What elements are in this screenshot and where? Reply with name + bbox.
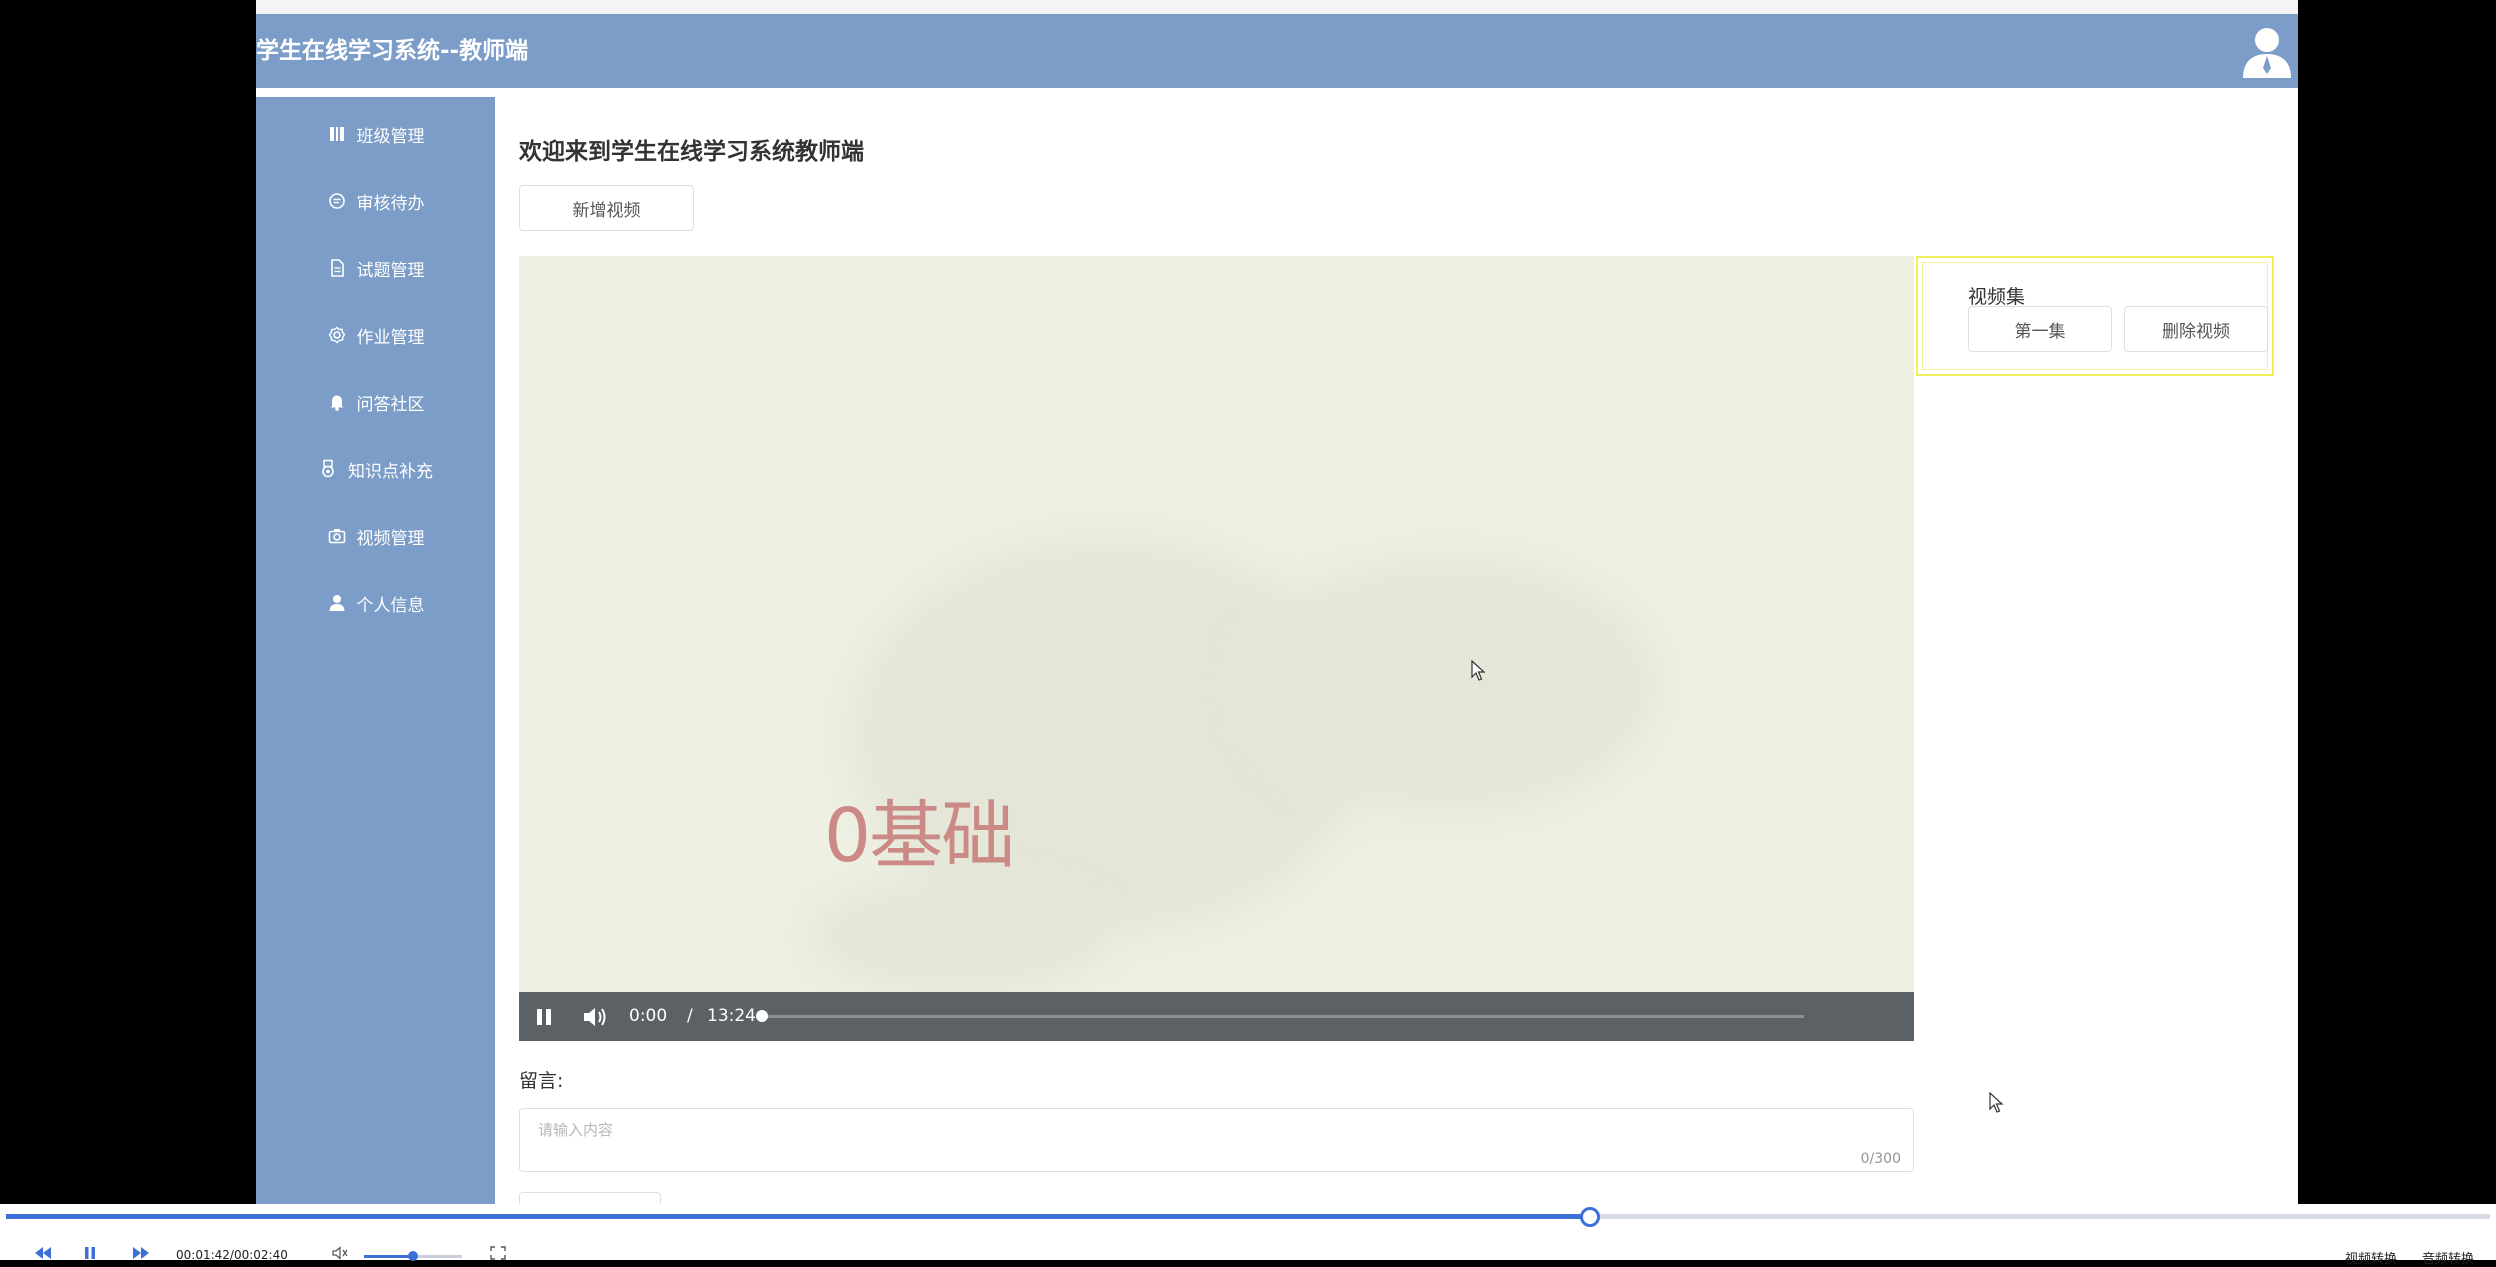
recorder-pause-button[interactable] (84, 1246, 98, 1260)
browser-toolbar-strip (256, 0, 2298, 15)
sidebar-item-qa-community[interactable]: 问答社区 (256, 382, 495, 422)
volume-icon (332, 1246, 348, 1260)
page-title: 欢迎来到学生在线学习系统教师端 (519, 139, 864, 165)
comment-field[interactable]: 0/300 (519, 1108, 1914, 1172)
video-collection-panel: 视频集 第一集 删除视频 (1916, 256, 2274, 376)
sidebar-item-homework-management[interactable]: 作业管理 (256, 315, 495, 355)
document-icon (330, 259, 344, 277)
character-count: 0/300 (1860, 1151, 1901, 1167)
sidebar-item-label: 班级管理 (356, 126, 425, 147)
user-icon (329, 595, 344, 611)
sidebar-item-label: 视频管理 (356, 528, 425, 549)
avatar-icon[interactable] (2240, 24, 2294, 78)
sidebar-item-label: 试题管理 (356, 260, 425, 281)
recorder-playback-bar: 00:01:42/00:02:40 视频转换 音频转换 (0, 1204, 2496, 1267)
volume-button[interactable] (581, 992, 611, 1041)
comment-input[interactable] (520, 1109, 1913, 1171)
audio-convert-link[interactable]: 音频转换 (2422, 1248, 2474, 1267)
recorder-volume-fill (364, 1255, 413, 1258)
add-video-button[interactable]: 新增视频 (519, 185, 694, 231)
submit-button-partial[interactable] (519, 1192, 661, 1204)
forward-button[interactable] (132, 1246, 152, 1260)
fullscreen-icon (490, 1246, 506, 1260)
app-window: 学生在线学习系统--教师端 班级管理 审核待办 试题管理 作业管理 问答社区 知… (256, 0, 2298, 1204)
sidebar-item-profile[interactable]: 个人信息 (256, 583, 495, 623)
current-time: 0:00 (629, 1006, 668, 1026)
rewind-button[interactable] (34, 1246, 54, 1260)
medal-icon (322, 459, 334, 478)
mouse-cursor-icon (1989, 1092, 2004, 1113)
sidebar-item-class-management[interactable]: 班级管理 (256, 114, 495, 154)
sidebar-item-label: 知识点补充 (348, 461, 433, 482)
sidebar-item-review[interactable]: 审核待办 (256, 181, 495, 221)
chat-icon (328, 193, 345, 209)
seek-handle[interactable] (756, 1010, 768, 1022)
video-caption-text: 0基础 (824, 793, 1015, 879)
rewind-icon (35, 1247, 51, 1259)
seek-bar[interactable] (759, 1015, 1804, 1018)
camera-icon (328, 529, 345, 544)
bell-icon (330, 395, 343, 411)
duration: 13:24 (707, 1006, 756, 1026)
top-header: 学生在线学习系统--教师端 (256, 14, 2298, 88)
recorder-seek-handle[interactable] (1579, 1207, 1600, 1227)
video-frame-shape (1239, 556, 1659, 816)
sidebar-item-knowledge-supplement[interactable]: 知识点补充 (256, 449, 495, 489)
sidebar-item-video-management[interactable]: 视频管理 (256, 516, 495, 556)
app-title: 学生在线学习系统--教师端 (256, 38, 529, 64)
video-frame-shape (809, 876, 1109, 996)
sidebar-item-label: 问答社区 (356, 394, 425, 415)
mouse-cursor-icon (1471, 660, 1486, 681)
video-player[interactable]: 0基础 0:00 / 13:24 1x (519, 256, 1914, 1041)
sidebar-item-question-management[interactable]: 试题管理 (256, 248, 495, 288)
time-separator: / (687, 1006, 693, 1026)
sidebar-nav: 班级管理 审核待办 试题管理 作业管理 问答社区 知识点补充 视频管理 个人信息 (256, 97, 495, 1204)
episode-one-button[interactable]: 第一集 (1968, 306, 2112, 352)
sidebar-item-label: 审核待办 (356, 193, 425, 214)
delete-video-button[interactable]: 删除视频 (2124, 306, 2268, 352)
comment-label: 留言: (519, 1070, 564, 1092)
gear-icon (328, 326, 345, 344)
video-convert-link[interactable]: 视频转换 (2345, 1248, 2397, 1267)
book-icon (329, 127, 344, 141)
fast-forward-icon (133, 1247, 149, 1259)
sidebar-item-label: 个人信息 (356, 595, 425, 616)
recorder-seek-fill (6, 1214, 1590, 1219)
recorder-volume-button[interactable] (332, 1246, 350, 1260)
pause-icon (85, 1247, 95, 1259)
video-controls: 0:00 / 13:24 1x (519, 992, 1914, 1041)
pause-icon (537, 1008, 551, 1025)
volume-icon (584, 1007, 606, 1026)
pause-button[interactable] (535, 992, 557, 1041)
video-collection-title: 视频集 (1968, 286, 2026, 308)
sidebar-item-label: 作业管理 (356, 327, 425, 348)
recorder-fullscreen-button[interactable] (490, 1246, 508, 1260)
